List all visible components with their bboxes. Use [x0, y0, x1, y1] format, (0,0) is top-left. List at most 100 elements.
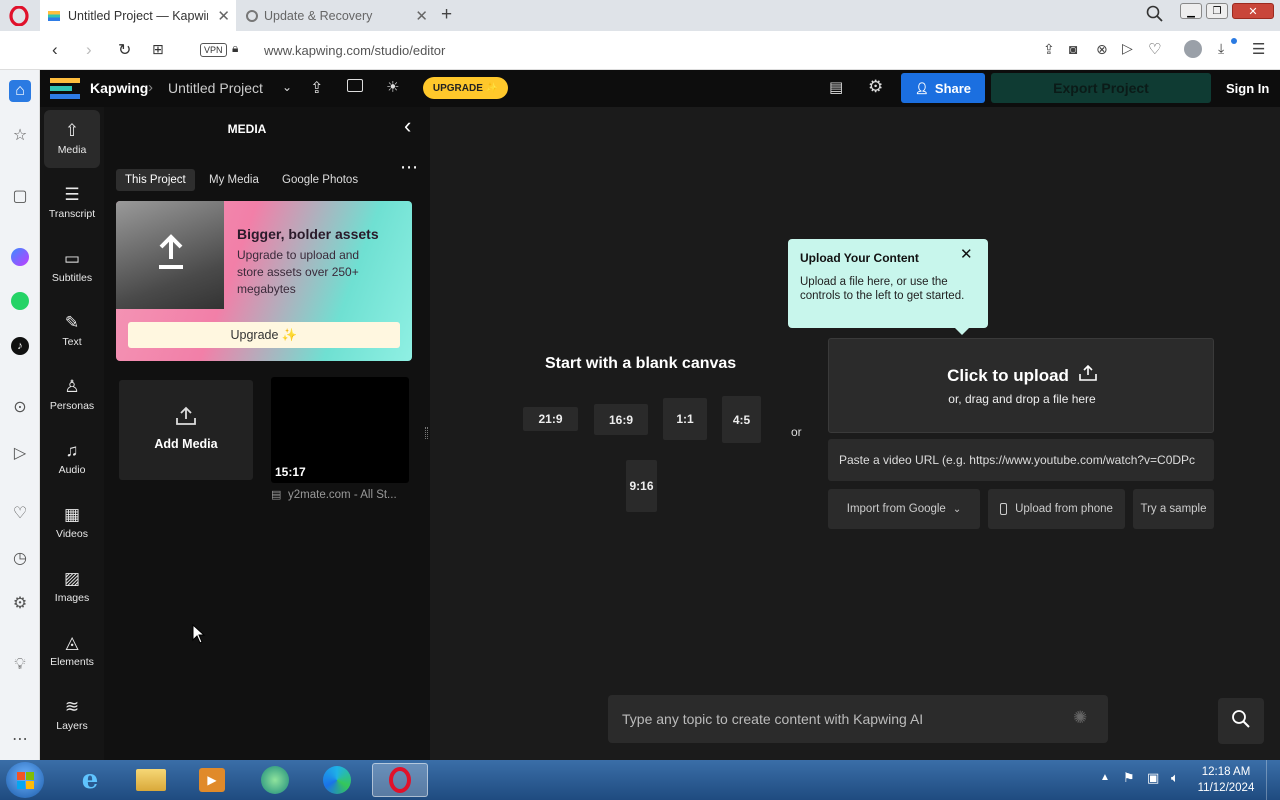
search-button[interactable] — [1218, 698, 1264, 744]
history-icon[interactable]: ◷ — [9, 547, 31, 569]
reload-icon[interactable]: ↻ — [118, 40, 131, 60]
clock-time[interactable]: 12:18 AM — [1194, 766, 1258, 778]
app-icon[interactable] — [251, 763, 299, 797]
tips-icon[interactable]: 💡︎ — [9, 654, 31, 676]
tooltip-pointer — [954, 327, 970, 335]
share-page-icon[interactable]: ⇪ — [1043, 41, 1055, 58]
comment-icon[interactable]: ▤ — [829, 78, 843, 96]
tab-update-recovery[interactable]: Update & Recovery ✕ — [238, 0, 434, 31]
start-button[interactable] — [6, 762, 44, 798]
nav-text[interactable]: ✎ Text — [44, 302, 100, 360]
nav-videos[interactable]: ▦ Videos — [44, 494, 100, 552]
project-name[interactable]: Untitled Project — [168, 80, 263, 96]
nav-subtitles[interactable]: ▭ Subtitles — [44, 238, 100, 296]
media-player-icon[interactable]: ▶ — [188, 763, 236, 797]
nav-images[interactable]: ▨ Images — [44, 558, 100, 616]
maximize-button[interactable]: ❐ — [1206, 3, 1228, 19]
player-icon[interactable]: ⊙ — [9, 396, 31, 418]
nav-personas[interactable]: ♙ Personas — [44, 366, 100, 424]
tabs-grid-icon[interactable]: ⊞ — [152, 41, 164, 58]
upload-icon[interactable]: ⇪ — [310, 78, 323, 98]
more-icon[interactable]: ⋯ — [9, 728, 31, 750]
tiktok-icon[interactable]: ♪ — [9, 335, 31, 357]
close-icon[interactable]: ✕ — [217, 7, 230, 25]
internet-explorer-icon[interactable]: e — [66, 763, 114, 797]
promo-upgrade-button[interactable]: Upgrade ✨ — [128, 322, 400, 348]
opera-taskbar-icon[interactable] — [372, 763, 428, 797]
camera-icon[interactable]: ◙ — [1069, 41, 1077, 57]
ratio-1-1-button[interactable]: 1:1 — [663, 398, 707, 440]
nav-media[interactable]: ⇧ Media — [44, 110, 100, 168]
ratio-4-5-button[interactable]: 4:5 — [722, 396, 761, 443]
upload-subtitle: or, drag and drop a file here — [948, 392, 1096, 406]
url-field[interactable]: www.kapwing.com/studio/editor — [264, 43, 445, 58]
whatsapp-icon[interactable] — [9, 290, 31, 312]
add-media-button[interactable]: Add Media — [119, 380, 253, 480]
vpn-badge[interactable]: VPN — [200, 43, 227, 57]
new-tab-icon[interactable]: + — [441, 4, 452, 26]
forward-icon[interactable]: › — [86, 40, 92, 60]
download-icon[interactable]: ⤓ — [1218, 40, 1224, 57]
heart-icon[interactable]: ♡ — [9, 502, 31, 524]
sparkle-gear-icon[interactable]: ✺ — [1073, 708, 1087, 728]
import-from-google-button[interactable]: Import from Google ⌄ — [828, 489, 980, 529]
ratio-21-9-button[interactable]: 21:9 — [523, 407, 578, 431]
nav-layers[interactable]: ≋ Layers — [44, 686, 100, 744]
tab-my-media[interactable]: My Media — [209, 174, 259, 186]
kapwing-logo-icon[interactable] — [50, 78, 80, 99]
flag-icon[interactable]: ⚑ — [1123, 770, 1135, 786]
home-icon[interactable]: ⌂ — [9, 80, 31, 102]
more-options-icon[interactable]: ⋯ — [400, 157, 418, 178]
shopping-bag-icon[interactable]: ▢ — [9, 185, 31, 207]
send-icon[interactable]: ▷ — [9, 442, 31, 464]
gear-icon[interactable]: ⚙ — [868, 77, 883, 97]
nav-elements[interactable]: ◬ Elements — [44, 622, 100, 680]
try-sample-button[interactable]: Try a sample — [1133, 489, 1214, 529]
collapse-panel-icon[interactable]: ‹ — [404, 113, 411, 139]
export-project-button[interactable]: Export Project — [991, 73, 1211, 103]
send-icon[interactable]: ▷ — [1122, 40, 1133, 57]
gear-icon[interactable]: ⚙ — [9, 592, 31, 614]
panel-resize-handle[interactable] — [425, 427, 428, 439]
search-tabs-icon[interactable] — [1146, 5, 1164, 28]
upload-dropzone[interactable]: Click to upload or, drag and drop a file… — [828, 338, 1214, 433]
sign-in-button[interactable]: Sign In — [1226, 81, 1269, 96]
video-url-input[interactable]: Paste a video URL (e.g. https://www.yout… — [828, 439, 1214, 481]
ai-topic-input[interactable]: Type any topic to create content with Ka… — [608, 695, 1108, 743]
close-window-button[interactable]: ✕ — [1232, 3, 1274, 19]
show-desktop-button[interactable] — [1266, 760, 1280, 800]
star-icon[interactable]: ☆ — [9, 124, 31, 146]
clip-name[interactable]: y2mate.com - All St... — [288, 489, 397, 501]
close-icon[interactable]: ✕ — [960, 245, 973, 263]
network-icon[interactable]: ▣ — [1147, 770, 1159, 786]
volume-muted-icon[interactable]: 🔈︎ — [1171, 770, 1179, 786]
chevron-down-icon[interactable]: ⌄ — [282, 80, 292, 94]
heart-icon[interactable]: ♡ — [1148, 40, 1161, 58]
lightbulb-icon[interactable]: ☀ — [386, 78, 399, 96]
captions-icon[interactable] — [347, 79, 363, 92]
back-icon[interactable]: ‹ — [52, 40, 58, 60]
ratio-9-16-button[interactable]: 9:16 — [626, 460, 657, 512]
minimize-button[interactable]: ▁ — [1180, 3, 1202, 19]
edge-icon[interactable] — [313, 763, 361, 797]
ratio-16-9-button[interactable]: 16:9 — [594, 404, 648, 435]
file-explorer-icon[interactable] — [127, 763, 175, 797]
nav-transcript[interactable]: ☰ Transcript — [44, 174, 100, 232]
clock-date[interactable]: 11/12/2024 — [1194, 782, 1258, 794]
share-button[interactable]: 👤︎ Share — [901, 73, 985, 103]
messenger-icon[interactable] — [9, 246, 31, 268]
easy-setup-icon[interactable]: ☰ — [1252, 40, 1265, 58]
upload-from-phone-button[interactable]: Upload from phone — [988, 489, 1125, 529]
nav-audio[interactable]: ♫ Audio — [44, 430, 100, 488]
opera-logo-icon[interactable] — [8, 5, 30, 27]
brand-name[interactable]: Kapwing — [90, 80, 148, 96]
adblock-icon[interactable]: ⊗ — [1096, 41, 1108, 58]
upgrade-button[interactable]: UPGRADE ✨ — [423, 77, 508, 99]
profile-avatar[interactable] — [1184, 40, 1202, 58]
close-icon[interactable]: ✕ — [415, 7, 428, 25]
media-clip-thumbnail[interactable]: 15:17 — [271, 377, 409, 483]
show-hidden-icons-icon[interactable]: ▲ — [1100, 772, 1110, 783]
tab-google-photos[interactable]: Google Photos — [282, 174, 358, 186]
tab-kapwing[interactable]: Untitled Project — Kapwing ✕ — [40, 0, 236, 31]
tab-this-project[interactable]: This Project — [116, 169, 195, 191]
